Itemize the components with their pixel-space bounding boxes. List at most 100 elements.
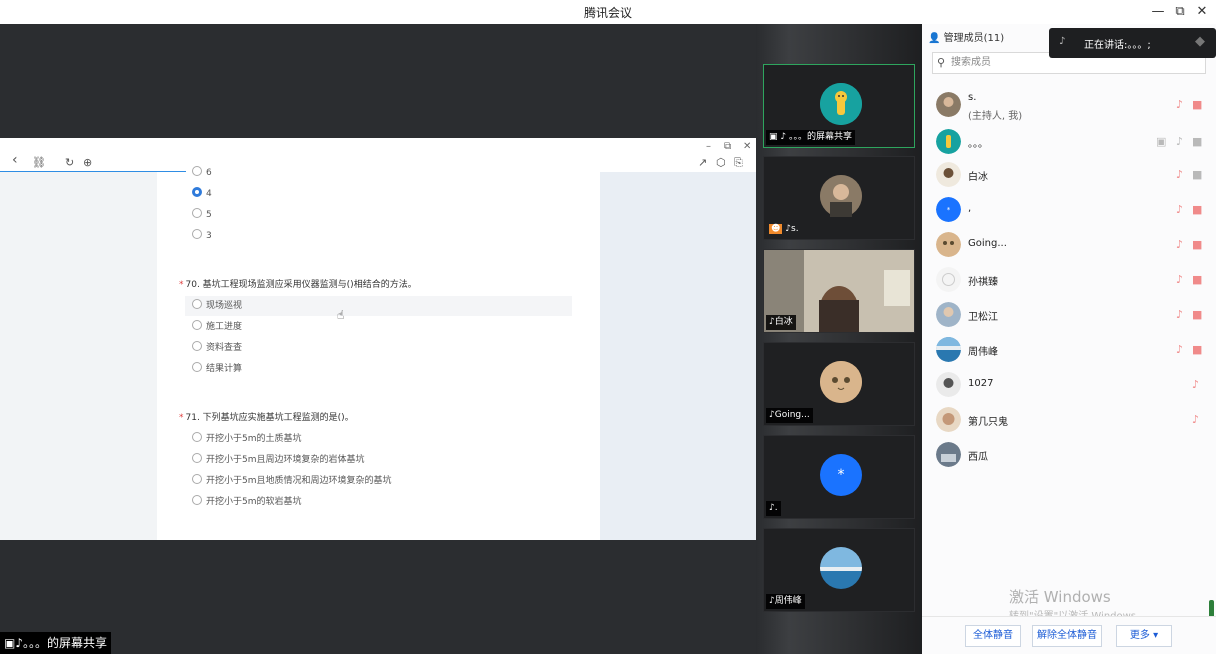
radio-icon: [192, 474, 202, 484]
mic-muted-icon[interactable]: ♪: [1176, 273, 1183, 286]
avatar: [936, 92, 961, 117]
option: 3: [192, 229, 212, 243]
video-tile[interactable]: ♪周伟峰: [763, 528, 915, 612]
pin-icon[interactable]: ◆: [1195, 34, 1205, 49]
browser-toolbar: – ⧉ ✕ ‹ ⛓ ↻ ⊕ ↗ ⬡ ⎘: [0, 138, 756, 173]
video-tile[interactable]: ▣ ♪ 。。。的屏幕共享: [763, 64, 915, 148]
video-tile[interactable]: * ♪.: [763, 435, 915, 519]
member-name: 西瓜: [968, 452, 988, 463]
shared-screen-area: – ⧉ ✕ ‹ ⛓ ↻ ⊕ ↗ ⬡ ⎘ 6 4 5 3 * 70. 基坑工程现场监…: [0, 24, 756, 654]
option: 开挖小于5m且周边环境复杂的岩体基坑: [192, 453, 365, 467]
shared-browser-window[interactable]: – ⧉ ✕ ‹ ⛓ ↻ ⊕ ↗ ⬡ ⎘ 6 4 5 3 * 70. 基坑工程现场监…: [0, 138, 756, 540]
camera-off-icon[interactable]: ■: [1192, 238, 1202, 251]
restore-button[interactable]: ⧉: [1170, 2, 1190, 22]
shared-close-icon: ✕: [743, 141, 752, 152]
option: 5: [192, 208, 212, 222]
member-row[interactable]: 1027 ♪: [922, 368, 1216, 402]
member-panel-footer: 全体静音 解除全体静音 更多 ▾: [922, 616, 1216, 654]
option: 结果计算: [192, 362, 242, 376]
minimize-button[interactable]: —: [1148, 2, 1168, 22]
camera-off-icon[interactable]: ■: [1192, 273, 1202, 286]
member-name: 1027: [968, 378, 994, 389]
screen-share-icon: ▣: [4, 636, 16, 650]
mic-muted-icon[interactable]: ♪: [1176, 168, 1183, 181]
option-label: 现场巡视: [206, 301, 243, 311]
option-label: 4: [206, 189, 212, 199]
member-panel-title: 👤 管理成员(11): [928, 29, 1004, 44]
radio-icon: [192, 453, 202, 463]
shared-minimize-icon: –: [706, 141, 711, 152]
member-name: 第几只鬼: [968, 417, 1008, 428]
avatar: [936, 302, 961, 327]
cat-avatar: [820, 361, 862, 403]
member-name: Going...: [968, 238, 1007, 249]
camera-off-icon[interactable]: ■: [1192, 343, 1202, 356]
mic-muted-icon[interactable]: ♪: [1176, 308, 1183, 321]
video-tile[interactable]: ♪白冰: [763, 249, 915, 333]
more-button[interactable]: 更多 ▾: [1116, 625, 1172, 647]
member-row[interactable]: * , ♪ ■: [922, 193, 1216, 227]
mic-muted-icon[interactable]: ♪: [1192, 413, 1199, 426]
video-column: ▣ ♪ 。。。的屏幕共享 ☻ ♪s. ♪白冰 ♪Going... * ♪. ♪周…: [756, 24, 922, 654]
mic-icon[interactable]: ♪: [1176, 135, 1183, 148]
tile-name: .: [774, 503, 778, 513]
camera-off-icon[interactable]: ■: [1192, 98, 1202, 111]
tile-name: Going...: [774, 410, 810, 420]
camera-icon[interactable]: ■: [1192, 168, 1202, 181]
option: 开挖小于5m的土质基坑: [192, 432, 302, 446]
mic-muted-icon[interactable]: ♪: [1176, 238, 1183, 251]
tile-name: 白冰: [774, 317, 793, 327]
avatar: [936, 129, 961, 154]
window-title: 腾讯会议: [583, 6, 632, 20]
activation-watermark-title: 激活 Windows: [1009, 588, 1111, 606]
option-label: 开挖小于5m的软岩基坑: [206, 497, 302, 507]
radio-icon: [192, 432, 202, 442]
mic-muted-icon[interactable]: ♪: [1176, 203, 1183, 216]
option-label: 3: [206, 231, 212, 241]
close-button[interactable]: ✕: [1192, 2, 1212, 22]
video-tile[interactable]: ♪Going...: [763, 342, 915, 426]
member-row[interactable]: 第几只鬼 ♪: [922, 403, 1216, 437]
camera-off-icon[interactable]: ■: [1192, 203, 1202, 216]
member-role: (主持人, 我): [968, 111, 1023, 122]
svg-text:*: *: [947, 206, 951, 214]
member-name: 孙祺臻: [968, 277, 998, 288]
member-row[interactable]: s. (主持人, 我) ♪ ■: [922, 88, 1216, 122]
camera-off-icon[interactable]: ■: [1192, 135, 1202, 148]
option-partial: 6: [192, 166, 212, 180]
mic-muted-icon[interactable]: ♪: [1176, 343, 1183, 356]
owner-text: 。。。的屏幕共享: [23, 636, 108, 650]
member-name: 周伟峰: [968, 347, 998, 358]
option-selected: 4: [192, 187, 212, 201]
option: 开挖小于5m且地质情况和周边环境复杂的基坑: [192, 474, 392, 488]
left-margin-pane: [0, 172, 157, 540]
mute-all-button[interactable]: 全体静音: [965, 625, 1021, 647]
member-row[interactable]: 白冰 ♪ ■: [922, 158, 1216, 192]
avatar: [936, 232, 961, 257]
member-row[interactable]: 孙祺臻 ♪ ■: [922, 263, 1216, 297]
mic-muted-icon[interactable]: ♪: [1176, 98, 1183, 111]
video-tile[interactable]: ☻ ♪s.: [763, 156, 915, 240]
camera-off-icon[interactable]: ■: [1192, 308, 1202, 321]
member-row[interactable]: 卫松江 ♪ ■: [922, 298, 1216, 332]
member-row[interactable]: 。。。 ▣ ♪ ■: [922, 125, 1216, 159]
radio-icon: [192, 495, 202, 505]
screen-share-owner-label: ▣♪。。。的屏幕共享: [0, 632, 112, 654]
member-row[interactable]: 周伟峰 ♪ ■: [922, 333, 1216, 367]
member-name: s.: [968, 92, 977, 103]
question-text: 70. 基坑工程现场监测应采用仪器监测与()相结合的方法。: [185, 280, 417, 290]
member-row[interactable]: Going... ♪ ■: [922, 228, 1216, 262]
unmute-all-button[interactable]: 解除全体静音: [1032, 625, 1102, 647]
tile-name: 。。。的屏幕共享: [788, 132, 852, 142]
member-panel: 👤 管理成员(11) ⚲ 搜索成员 s. (主持人, 我) ♪ ■ 。。。 ▣ ♪…: [922, 24, 1216, 654]
mic-muted-icon[interactable]: ♪: [1192, 378, 1199, 391]
user-icon: ☻: [769, 224, 783, 234]
person-photo: [820, 175, 862, 217]
tile-label: ▣ ♪ 。。。的屏幕共享: [766, 130, 855, 145]
search-placeholder: 搜索成员: [951, 57, 991, 68]
search-icon: ⚲: [937, 56, 946, 69]
question-area: 6 4 5 3 * 70. 基坑工程现场监测应采用仪器监测与()相结合的方法。 现…: [157, 166, 600, 540]
member-row[interactable]: 西瓜: [922, 438, 1216, 472]
option-label: 6: [206, 168, 212, 178]
option-label: 资料查查: [206, 343, 243, 353]
